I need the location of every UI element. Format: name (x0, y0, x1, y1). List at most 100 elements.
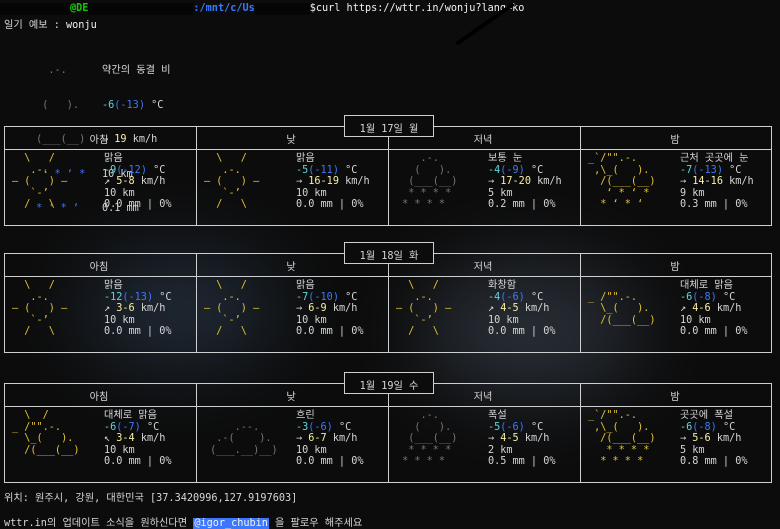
precipitation: 0.0 mm | 0% (296, 199, 364, 210)
weather-info: 맑음 -7(-10) °C → 6-9 km/h 10 km 0.0 mm | 0% (296, 280, 396, 338)
precipitation: 0.0 mm | 0% (104, 326, 172, 337)
current-temperature: -6(-13) °C (102, 99, 164, 111)
visibility: 10 km (680, 314, 711, 326)
condition-text: 보통 눈 (488, 153, 523, 164)
prompt-path: :/mnt/c/Us (193, 3, 255, 14)
weather-art: \ / .-. ― ( ) ― `-’ / \ (12, 280, 68, 337)
weather-art: \ / .-. ― ( ) ― `-’ / \ (204, 280, 260, 337)
precipitation: 0.0 mm | 0% (104, 199, 172, 210)
condition-text: 맑음 (296, 153, 315, 164)
temperature: -6(-7) °C (104, 421, 160, 433)
weather-info: 보통 눈 -4(-9) °C → 17-20 km/h 5 km 0.2 mm | 0% (488, 153, 588, 211)
period-label: 밤 (670, 135, 680, 146)
forecast-cell: \ / .-. ― ( ) ― `-’ / \ 맑음 -7(-10) °C → 6-… (204, 280, 394, 344)
weather-info: 맑음 -9(-12) °C ↗ 5-8 km/h 10 km 0.0 mm | 0% (104, 153, 204, 211)
visibility: 10 km (104, 314, 135, 326)
weather-art: \ / _ /"".-. \_( ). /(___(__) (12, 410, 80, 456)
forecast-header: 일기 예보 : wonju (4, 16, 97, 31)
period-label: 아침 (89, 262, 109, 273)
redacted-username (0, 2, 70, 15)
visibility: 10 km (104, 444, 135, 456)
forecast-cell: _`/"".-. ,\_( ). /(___(__) * * * * * * *… (588, 410, 778, 474)
weather-art: .-. ( ). (___(__) * * * * * * * * (396, 153, 458, 210)
wind: ↗ 4-5 km/h (488, 303, 550, 314)
period-label: 아침 (89, 392, 109, 403)
wind: → 6-9 km/h (296, 303, 358, 314)
weather-art: \ / .-. ― ( ) ― `-’ / \ (204, 153, 260, 210)
visibility: 10 km (296, 187, 327, 199)
weather-info: 흐린 -3(-6) °C → 6-7 km/h 10 km 0.0 mm | 0% (296, 410, 396, 468)
visibility: 10 km (104, 187, 135, 199)
condition-text: 화창함 (488, 280, 517, 291)
forecast-cell: \ / .-. ― ( ) ― `-’ / \ 화창함 -4(-6) °C ↗ 4-… (396, 280, 586, 344)
condition-text: 맑음 (104, 280, 123, 291)
prompt-user: @DE (70, 3, 89, 14)
forecast-cell: \ / _ /"".-. \_( ). /(___(__) 대체로 맑음 -6(-… (12, 410, 202, 474)
weather-info: 대체로 맑음 -6(-7) °C ↖ 3-4 km/h 10 km 0.0 mm | 0… (104, 410, 204, 468)
condition-text: 흐린 (296, 410, 315, 421)
forecast-title: 일기 예보 : (4, 20, 67, 31)
weather-art: \ / .-. ― ( ) ― `-’ / \ (12, 153, 68, 210)
condition-text: 근처 곳곳에 눈 (680, 153, 749, 164)
forecast-cell: \ / .-. ― ( ) ― `-’ / \ 맑음 -12(-13) °C ↗ 3… (12, 280, 202, 344)
wind: ↗ 5-8 km/h (104, 176, 166, 187)
condition-text: 대체로 맑음 (680, 280, 733, 291)
temperature: -4(-6) °C (488, 291, 544, 303)
weather-art: .-. ( ). (___(__) * * * * * * * * (396, 410, 458, 467)
temperature: -5(-6) °C (488, 421, 544, 433)
forecast-cell: \ / .-. ― ( ) ― `-’ / \ 맑음 -9(-12) °C ↗ 5-… (12, 153, 202, 217)
visibility: 10 km (488, 314, 519, 326)
visibility: 10 km (296, 444, 327, 456)
condition-text: 폭설 (488, 410, 507, 421)
period-label: 아침 (89, 135, 109, 146)
redacted-path (254, 2, 310, 15)
weather-info: 폭설 -5(-6) °C → 4-5 km/h 2 km 0.5 mm | 0% (488, 410, 588, 468)
wind: ↖ 3-4 km/h (104, 433, 166, 444)
wind: ↗ 3-6 km/h (104, 303, 166, 314)
redacted-host (88, 2, 194, 15)
condition-text: 대체로 맑음 (104, 410, 157, 421)
temperature: -6(-8) °C (680, 291, 736, 303)
temperature: -7(-13) °C (680, 164, 742, 176)
weather-info: 화창함 -4(-6) °C ↗ 4-5 km/h 10 km 0.0 mm | 0% (488, 280, 588, 338)
weather-info: 맑음 -5(-11) °C → 16-19 km/h 10 km 0.0 mm | 0% (296, 153, 396, 211)
date-label: 1월 19일 수 (344, 372, 434, 394)
forecast-cell: .-. ( ). (___(__) * * * * * * * * 폭설 -5(-… (396, 410, 586, 474)
weather-info: 근처 곳곳에 눈 -7(-13) °C → 14-16 km/h 9 km 0.3 mm… (680, 153, 780, 211)
condition-text: 맑음 (296, 280, 315, 291)
precipitation: 0.2 mm | 0% (488, 199, 556, 210)
twitter-handle-link[interactable]: @igor_chubin (193, 518, 269, 529)
temperature: -12(-13) °C (104, 291, 172, 303)
visibility: 5 km (680, 444, 705, 456)
forecast-cell: _ /"".-. \_( ). /(___(__) 대체로 맑음 -6(-8) °… (588, 280, 778, 344)
period-label: 밤 (670, 392, 680, 403)
precipitation: 0.0 mm | 0% (104, 456, 172, 467)
temperature: -7(-10) °C (296, 291, 358, 303)
date-label: 1월 18일 화 (344, 242, 434, 264)
wind: → 14-16 km/h (680, 176, 754, 187)
location-name: wonju (66, 20, 97, 31)
temperature: -6(-8) °C (680, 421, 736, 433)
precipitation: 0.0 mm | 0% (680, 326, 748, 337)
weather-art: _`/"".-. ,\_( ). /(___(__) ‘ * ‘ * * ‘ *… (588, 153, 656, 210)
wind: ↗ 4-6 km/h (680, 303, 742, 314)
location-line: 위치: 원주시, 강원, 대한민국 [37.3420996,127.919760… (4, 493, 298, 504)
precipitation: 0.0 mm | 0% (488, 326, 556, 337)
wind: → 4-5 km/h (488, 433, 550, 444)
temperature: -9(-12) °C (104, 164, 166, 176)
wind: → 17-20 km/h (488, 176, 562, 187)
forecast-cell: _`/"".-. ,\_( ). /(___(__) ‘ * ‘ * * ‘ *… (588, 153, 778, 217)
weather-info: 대체로 맑음 -6(-8) °C ↗ 4-6 km/h 10 km 0.0 mm | 0… (680, 280, 780, 338)
forecast-cell: .--. .-( ). (___.__)__) 흐린 -3(-6) °C → 6-7… (204, 410, 394, 474)
precipitation: 0.5 mm | 0% (488, 456, 556, 467)
precipitation: 0.0 mm | 0% (296, 456, 364, 467)
command-text[interactable]: curl https://wttr.in/wonju?lang=ko (316, 3, 525, 14)
condition-text: 맑음 (104, 153, 123, 164)
weather-art: _`/"".-. ,\_( ). /(___(__) * * * * * * *… (588, 410, 656, 467)
visibility: 5 km (488, 187, 513, 199)
command-line: @DE:/mnt/c/Us $ curl https://wttr.in/wonj… (0, 2, 524, 15)
weather-info: 곳곳에 폭설 -6(-8) °C → 5-6 km/h 5 km 0.8 mm | 0% (680, 410, 780, 468)
current-condition: 약간의 동결 비 (102, 65, 171, 76)
date-label: 1월 17일 월 (344, 115, 434, 137)
forecast-cell: \ / .-. ― ( ) ― `-’ / \ 맑음 -5(-11) °C → 16… (204, 153, 394, 217)
